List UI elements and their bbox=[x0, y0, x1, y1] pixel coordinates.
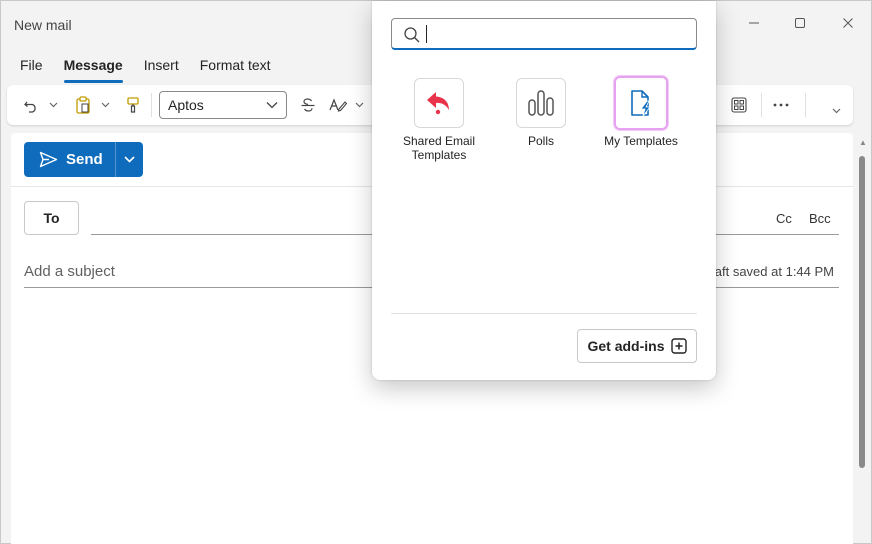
paste-button[interactable] bbox=[73, 93, 93, 117]
paste-dropdown[interactable] bbox=[99, 93, 111, 117]
my-templates-icon bbox=[631, 90, 651, 117]
editor-pen-icon bbox=[329, 98, 347, 112]
clipboard-icon bbox=[76, 96, 90, 114]
addins-flyout: Shared Email Templates Polls My Template… bbox=[372, 1, 716, 380]
get-addins-button[interactable]: Get add-ins bbox=[577, 329, 697, 363]
expand-ribbon-button[interactable] bbox=[829, 99, 843, 123]
get-addins-label: Get add-ins bbox=[587, 338, 665, 354]
undo-button[interactable] bbox=[21, 93, 41, 117]
strikethrough-button[interactable] bbox=[297, 93, 319, 117]
addin-tile[interactable] bbox=[516, 78, 566, 128]
vertical-scrollbar[interactable]: ▲ bbox=[858, 138, 868, 544]
addins-search-input[interactable] bbox=[391, 18, 697, 50]
cc-button[interactable]: Cc bbox=[776, 211, 792, 226]
more-horizontal-icon bbox=[773, 103, 789, 107]
chevron-down-icon bbox=[124, 156, 135, 163]
draft-saved-status: Draft saved at 1:44 PM bbox=[704, 264, 834, 279]
tab-message[interactable]: Message bbox=[63, 57, 123, 83]
close-icon bbox=[843, 18, 853, 28]
format-painter-button[interactable] bbox=[123, 93, 143, 117]
font-family-value: Aptos bbox=[168, 97, 204, 113]
tab-file[interactable]: File bbox=[20, 57, 43, 79]
to-button[interactable]: To bbox=[24, 201, 79, 235]
search-icon bbox=[404, 27, 420, 43]
chevron-down-icon bbox=[355, 102, 363, 108]
scroll-up-arrow[interactable]: ▲ bbox=[859, 138, 867, 147]
subject-input[interactable]: Add a subject bbox=[24, 263, 115, 280]
tab-insert[interactable]: Insert bbox=[144, 57, 179, 79]
chevron-down-icon bbox=[101, 102, 109, 108]
addin-tile-selected[interactable] bbox=[613, 75, 669, 131]
undo-dropdown[interactable] bbox=[47, 93, 59, 117]
close-button[interactable] bbox=[838, 15, 858, 35]
add-square-icon bbox=[670, 338, 687, 354]
maximize-button[interactable] bbox=[790, 15, 810, 35]
format-painter-icon bbox=[127, 97, 139, 113]
send-button[interactable]: Send bbox=[24, 142, 115, 177]
draft-saved-text: Draft saved at 1:44 PM bbox=[704, 264, 834, 279]
ribbon-tabs: File Message Insert Format text bbox=[20, 57, 271, 83]
addin-label: My Templates bbox=[604, 134, 678, 148]
polls-icon bbox=[528, 90, 554, 116]
addin-my-templates[interactable]: My Templates bbox=[586, 75, 696, 148]
flyout-divider bbox=[391, 313, 697, 314]
strikethrough-icon bbox=[301, 98, 315, 112]
tab-format-text[interactable]: Format text bbox=[200, 57, 271, 79]
window-title: New mail bbox=[14, 17, 72, 33]
minimize-icon bbox=[749, 22, 759, 24]
undo-icon bbox=[24, 101, 36, 113]
text-caret bbox=[426, 25, 427, 43]
chevron-down-icon bbox=[49, 102, 57, 108]
font-family-select[interactable]: Aptos bbox=[159, 91, 287, 119]
addin-polls[interactable]: Polls bbox=[486, 78, 596, 148]
addin-shared-email-templates[interactable]: Shared Email Templates bbox=[384, 78, 494, 162]
apps-button[interactable] bbox=[727, 93, 751, 117]
outlook-new-mail-window: New mail File Message Insert Format text bbox=[0, 0, 872, 544]
shared-email-templates-icon bbox=[427, 92, 449, 115]
apps-grid-icon bbox=[731, 97, 747, 113]
minimize-button[interactable] bbox=[744, 15, 764, 35]
editor-button[interactable] bbox=[327, 93, 349, 117]
chevron-down-icon bbox=[266, 102, 278, 109]
send-label: Send bbox=[66, 151, 103, 168]
editor-dropdown[interactable] bbox=[353, 93, 365, 117]
bcc-button[interactable]: Bcc bbox=[809, 211, 831, 226]
toolbar-divider bbox=[761, 93, 762, 117]
toolbar-divider bbox=[151, 93, 152, 117]
addin-label: Shared Email Templates bbox=[402, 134, 476, 162]
send-split-button: Send bbox=[24, 142, 143, 177]
send-icon bbox=[39, 151, 58, 168]
send-options-dropdown[interactable] bbox=[116, 142, 143, 177]
maximize-icon bbox=[795, 18, 805, 28]
scroll-thumb[interactable] bbox=[859, 156, 865, 468]
toolbar-divider bbox=[805, 93, 806, 117]
more-options-button[interactable] bbox=[769, 93, 793, 117]
addin-label: Polls bbox=[527, 134, 554, 148]
chevron-down-icon bbox=[832, 108, 840, 114]
addin-tile[interactable] bbox=[414, 78, 464, 128]
